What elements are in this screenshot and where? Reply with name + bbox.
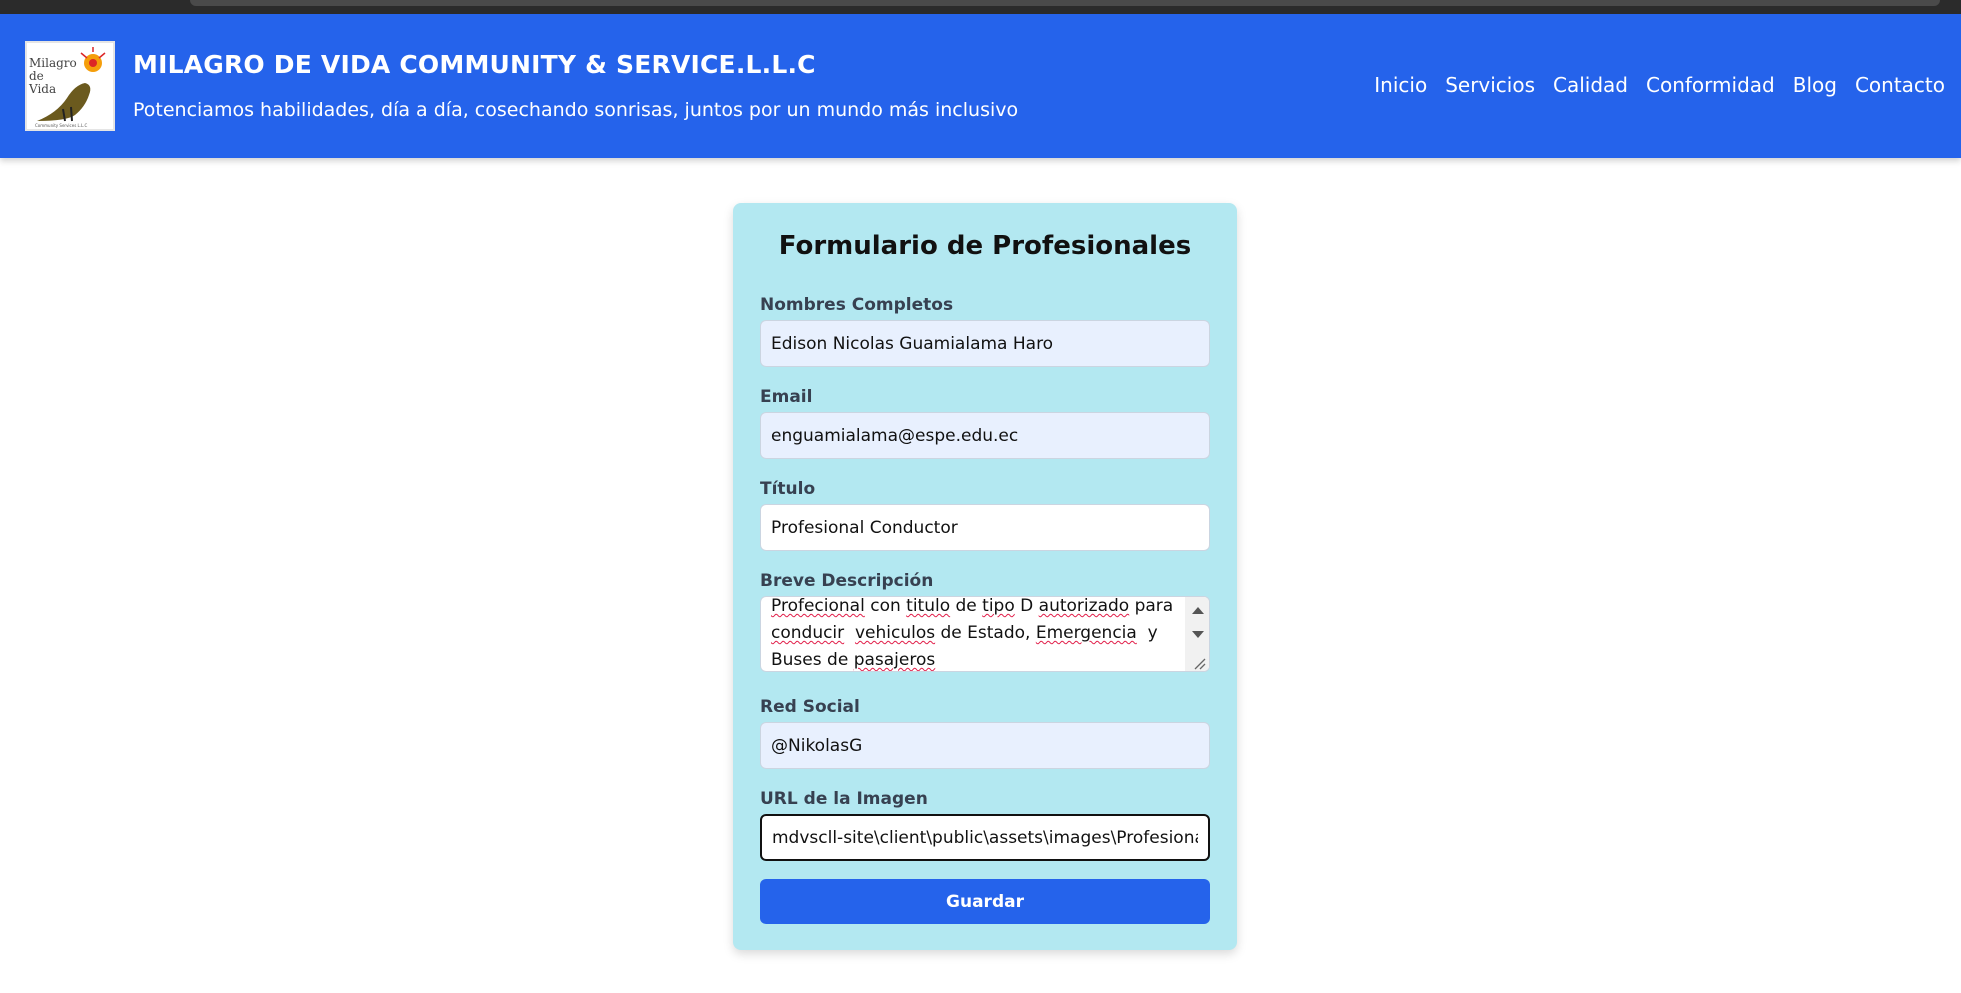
professional-form-card: Formulario de Profesionales Nombres Comp… [733, 203, 1237, 950]
site-header: Milagro de Vida Community Services L.L.C… [0, 14, 1961, 158]
descripcion-word: de [955, 596, 977, 616]
descripcion-word: autorizado [1038, 596, 1130, 616]
nav-link-servicios[interactable]: Servicios [1445, 73, 1535, 97]
descripcion-word: Emergencia [1035, 623, 1137, 643]
nav-link-conformidad[interactable]: Conformidad [1646, 73, 1775, 97]
titulo-label: Título [760, 479, 816, 499]
nav-link-calidad[interactable]: Calidad [1553, 73, 1628, 97]
nav-link-inicio[interactable]: Inicio [1374, 73, 1427, 97]
descripcion-textarea[interactable]: Profecional con titulo de tipo D autoriz… [760, 596, 1210, 672]
svg-text:de: de [29, 69, 44, 83]
descripcion-word: de [827, 650, 849, 670]
descripcion-line: Buses de pasajeros [771, 647, 1171, 671]
logo-image: Milagro de Vida Community Services L.L.C [28, 46, 110, 128]
descripcion-word: Profecional [771, 596, 865, 616]
descripcion-text: Profecional con titulo de tipo D autoriz… [771, 596, 1174, 671]
site-title: MILAGRO DE VIDA COMMUNITY & SERVICE.L.L.… [133, 50, 816, 79]
textarea-scrollbar[interactable] [1185, 597, 1209, 671]
email-input[interactable] [760, 412, 1210, 459]
descripcion-word: tipo [982, 596, 1015, 616]
svg-text:Milagro: Milagro [29, 56, 77, 70]
nav-link-blog[interactable]: Blog [1793, 73, 1837, 97]
form-title: Formulario de Profesionales [778, 231, 1192, 261]
main-nav: Inicio Servicios Calidad Conformidad Blo… [1374, 73, 1945, 97]
descripcion-word: pasajeros [853, 650, 936, 670]
nombres-label: Nombres Completos [760, 295, 954, 315]
descripcion-word: y [1147, 623, 1158, 643]
descripcion-word: titulo [906, 596, 951, 616]
titulo-input[interactable] [760, 504, 1210, 551]
browser-tab-bar [190, 0, 1940, 6]
descripcion-label: Breve Descripción [760, 571, 934, 591]
descripcion-word: Estado, [967, 623, 1031, 643]
nombres-input[interactable] [760, 320, 1210, 367]
browser-chrome-strip [0, 0, 1961, 14]
red-social-input[interactable] [760, 722, 1210, 769]
descripcion-word: conducir [771, 623, 845, 643]
descripcion-line: Profecional con titulo de tipo D autoriz… [771, 596, 1174, 620]
scroll-down-arrow-icon[interactable] [1192, 631, 1204, 638]
descripcion-word: para [1134, 596, 1174, 616]
descripcion-word: de [940, 623, 962, 643]
resize-handle-icon[interactable] [1192, 656, 1206, 670]
descripcion-word: con [870, 596, 901, 616]
descripcion-word: vehiculos [854, 623, 936, 643]
descripcion-word: D [1020, 596, 1034, 616]
red-social-label: Red Social [760, 697, 860, 717]
site-tagline: Potenciamos habilidades, día a día, cose… [133, 99, 1019, 121]
nav-link-contacto[interactable]: Contacto [1855, 73, 1945, 97]
svg-text:Community Services L.L.C: Community Services L.L.C [35, 123, 88, 128]
save-button[interactable]: Guardar [760, 879, 1210, 924]
url-imagen-label: URL de la Imagen [760, 789, 928, 809]
descripcion-line: conducir vehiculos de Estado, Emergencia… [771, 620, 1171, 647]
svg-text:Vida: Vida [28, 82, 56, 96]
scroll-up-arrow-icon[interactable] [1192, 607, 1204, 614]
descripcion-word: Buses [771, 650, 822, 670]
email-label: Email [760, 387, 813, 407]
logo[interactable]: Milagro de Vida Community Services L.L.C [25, 41, 115, 131]
url-imagen-input[interactable] [760, 814, 1210, 861]
